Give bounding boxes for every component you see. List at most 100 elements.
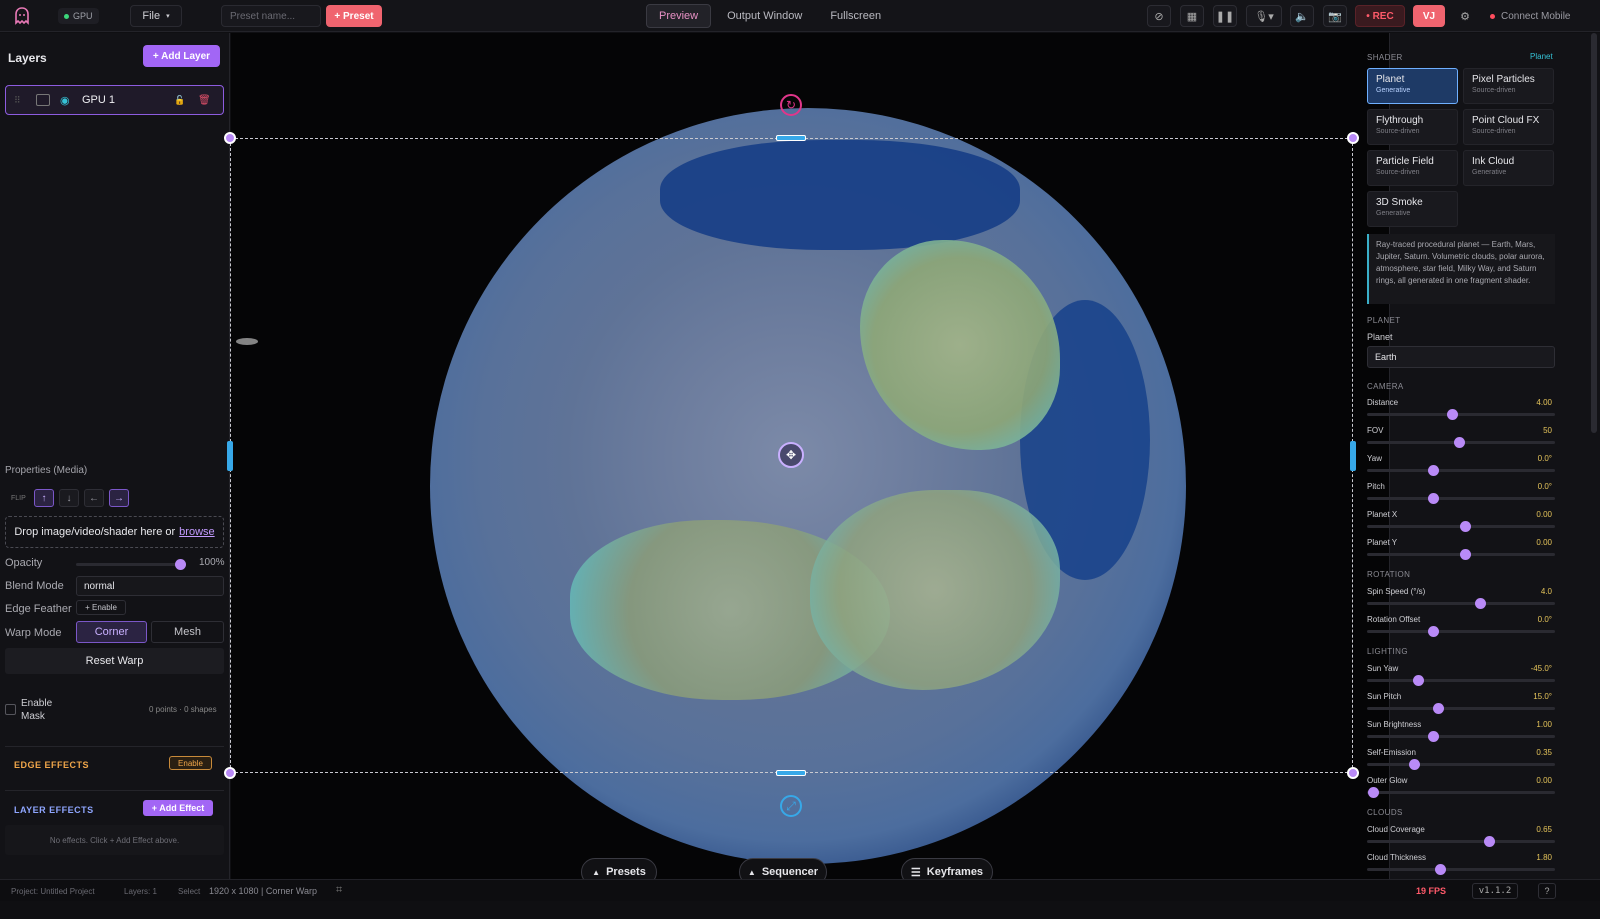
control-slider[interactable] [1367, 437, 1555, 448]
control-slider[interactable] [1367, 465, 1555, 476]
opacity-slider[interactable] [76, 559, 186, 570]
vj-mode-button[interactable]: VJ [1413, 5, 1445, 27]
shader-card-pixel-particles[interactable]: Pixel Particles Source-driven [1463, 68, 1554, 104]
record-button[interactable]: • REC [1355, 5, 1405, 27]
control-label: Cloud Coverage [1367, 825, 1425, 834]
blend-mode-select[interactable]: normal [76, 576, 224, 596]
control-value: 4.00 [1536, 398, 1552, 407]
tab-fullscreen[interactable]: Fullscreen [818, 4, 893, 28]
control-label: Cloud Thickness [1367, 853, 1426, 862]
preset-name-input[interactable] [221, 5, 321, 27]
reset-warp-button[interactable]: Reset Warp [5, 648, 224, 674]
control-slider[interactable] [1367, 787, 1555, 798]
control-slider[interactable] [1367, 521, 1555, 532]
slider-knob[interactable] [1409, 759, 1420, 770]
edge-effects-enable-button[interactable]: Enable [169, 756, 212, 770]
slider-knob[interactable] [1367, 787, 1379, 798]
flip-right-button[interactable]: → [109, 489, 129, 507]
eye-icon[interactable]: ◉ [60, 94, 70, 107]
slider-knob[interactable] [1459, 549, 1471, 560]
volume-icon[interactable]: 🔈 [1290, 5, 1314, 27]
flip-up-button[interactable]: ↑ [34, 489, 54, 507]
control-label: Pitch [1367, 482, 1385, 491]
slider-knob[interactable] [1446, 409, 1458, 420]
control-slider[interactable] [1367, 703, 1555, 714]
mask-checkbox[interactable] [5, 704, 16, 715]
opacity-label: Opacity [5, 557, 43, 569]
current-shader-label: Planet [1530, 52, 1553, 61]
add-preset-button[interactable]: + Preset [326, 5, 382, 27]
tab-preview[interactable]: Preview [646, 4, 712, 28]
control-slider[interactable] [1367, 731, 1555, 742]
warp-edge-handle[interactable] [1350, 441, 1356, 471]
camera-section-title: CAMERA [1367, 382, 1404, 391]
lock-icon[interactable]: 🔓 [174, 95, 185, 106]
warp-corner-handle[interactable] [1347, 767, 1359, 779]
grid-toggle-icon[interactable]: ⌗ [336, 884, 342, 897]
drag-handle-icon[interactable]: ⠿ [14, 95, 21, 106]
warp-corner-handle[interactable] [1347, 132, 1359, 144]
add-effect-button[interactable]: + Add Effect [143, 800, 213, 816]
control-slider[interactable] [1367, 598, 1555, 609]
warp-mesh-button[interactable]: Mesh [151, 621, 224, 643]
control-value: 0.00 [1536, 510, 1552, 519]
warp-corner-handle[interactable] [224, 132, 236, 144]
control-slider[interactable] [1367, 409, 1555, 420]
tab-output-window[interactable]: Output Window [715, 4, 814, 28]
warp-corner-button[interactable]: Corner [76, 621, 147, 643]
file-menu-button[interactable]: File ▾ [130, 5, 182, 27]
warp-corner-handle[interactable] [224, 767, 236, 779]
warp-edge-handle[interactable] [776, 135, 806, 141]
connect-mobile-button[interactable]: Connect Mobile [1490, 5, 1570, 27]
pause-icon[interactable]: ❚❚ [1213, 5, 1237, 27]
control-slider[interactable] [1367, 626, 1555, 637]
shader-card-planet[interactable]: Planet Generative [1367, 68, 1458, 104]
top-toolbar: GPU File ▾ + Preset Preview Output Window… [0, 0, 1600, 32]
move-handle-icon[interactable]: ✥ [778, 442, 804, 468]
control-label: Planet Y [1367, 538, 1398, 547]
control-label: Planet X [1367, 510, 1398, 519]
shader-card-particle-field[interactable]: Particle Field Source-driven [1367, 150, 1458, 186]
panel-scrollbar[interactable] [1591, 33, 1597, 433]
control-slider[interactable] [1367, 493, 1555, 504]
control-slider[interactable] [1367, 675, 1555, 686]
shader-card-ink-cloud[interactable]: Ink Cloud Generative [1463, 150, 1554, 186]
slider-knob[interactable] [1427, 493, 1439, 504]
camera-icon[interactable]: 📷 [1323, 5, 1347, 27]
slider-knob[interactable] [1427, 626, 1439, 637]
warp-edge-handle[interactable] [776, 770, 806, 776]
browse-link[interactable]: browse [179, 526, 214, 538]
disable-icon[interactable]: ⊘ [1147, 5, 1171, 27]
gear-icon[interactable]: ⚙ [1453, 5, 1477, 27]
control-slider[interactable] [1367, 759, 1555, 770]
control-slider[interactable] [1367, 549, 1555, 560]
slider-knob[interactable] [1474, 598, 1486, 609]
shader-card-flythrough[interactable]: Flythrough Source-driven [1367, 109, 1458, 145]
ghost-logo-icon[interactable] [12, 6, 32, 26]
slider-knob[interactable] [1427, 465, 1439, 476]
planet-select[interactable]: Earth [1367, 346, 1555, 368]
shader-card-point-cloud-fx[interactable]: Point Cloud FX Source-driven [1463, 109, 1554, 145]
rotate-handle-icon[interactable]: ↻ [780, 94, 802, 116]
warp-edge-handle[interactable] [227, 441, 233, 471]
control-slider[interactable] [1367, 864, 1555, 875]
trash-icon[interactable]: 🗑 [198, 95, 211, 106]
microphone-icon[interactable]: 🎙▾ [1246, 5, 1282, 27]
scale-handle-icon[interactable]: ⤢ [780, 795, 802, 817]
media-drop-zone[interactable]: Drop image/video/shader here or browse [5, 516, 224, 548]
slider-knob[interactable] [1459, 521, 1471, 532]
grid-icon[interactable]: ▦ [1180, 5, 1204, 27]
control-label: Sun Brightness [1367, 720, 1422, 729]
slider-knob[interactable] [175, 559, 186, 570]
slider-knob[interactable] [1412, 675, 1424, 686]
help-button[interactable]: ? [1538, 883, 1556, 899]
control-slider[interactable] [1367, 836, 1555, 847]
shader-card-3d-smoke[interactable]: 3D Smoke Generative [1367, 191, 1458, 227]
layer-item[interactable]: ⠿ ◉ GPU 1 🔓 🗑 [5, 85, 224, 115]
flip-down-button[interactable]: ↓ [59, 489, 79, 507]
slider-knob[interactable] [1427, 731, 1439, 742]
lighting-section-title: LIGHTING [1367, 647, 1408, 656]
flip-left-button[interactable]: ← [84, 489, 104, 507]
add-layer-button[interactable]: + Add Layer [143, 45, 220, 67]
edge-feather-enable-button[interactable]: + Enable [76, 600, 126, 615]
